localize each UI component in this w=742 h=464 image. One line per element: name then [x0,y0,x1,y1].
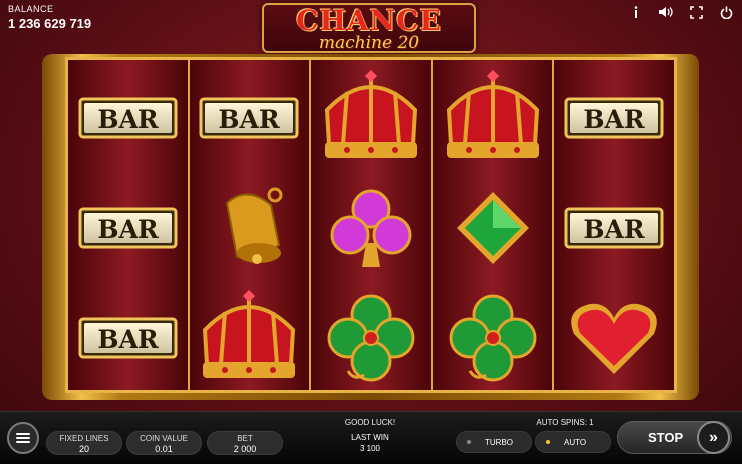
last-win-label: LAST WIN [351,433,389,442]
bar-symbol: BAR [68,173,188,283]
fixed-lines-value: 20 [78,444,89,454]
bell-symbol [190,173,310,283]
crown-symbol [311,63,431,173]
svg-text:BAR: BAR [584,105,646,134]
balance-display: BALANCE 1 236 629 719 [8,4,91,31]
bar-symbol: BAR [554,63,674,173]
coin-value-label: COIN VALUE [140,434,188,443]
auto-toggle[interactable]: AUTO [535,431,611,453]
auto-indicator-dot [546,440,550,444]
clover-symbol [311,283,431,393]
auto-spins-counter: AUTO SPINS: 1 [536,418,594,427]
auto-label: AUTO [564,437,587,447]
clover-symbol [433,283,553,393]
coin-value-selector[interactable]: COIN VALUE 0.01 [126,431,202,455]
info-icon[interactable] [628,4,644,20]
diamond-symbol [433,173,553,283]
turbo-label: TURBO [485,437,513,447]
fixed-lines-display: FIXED LINES 20 [46,431,122,455]
bet-value: 2 000 [233,444,257,454]
bar-symbol: BAR [68,63,188,173]
svg-text:BAR: BAR [219,105,281,134]
heart-symbol [554,283,674,393]
svg-text:BAR: BAR [97,325,159,354]
svg-text:BAR: BAR [97,215,159,244]
last-win-display: LAST WIN 3 100 [330,432,410,454]
reels-area: BAR BAR BAR BAR BAR BAR [65,57,677,393]
fullscreen-icon[interactable] [688,4,704,20]
sound-icon[interactable] [658,4,674,20]
game-logo: CHANCE machine 20 [262,3,476,53]
svg-text:BAR: BAR [584,215,646,244]
coin-value-value: 0.01 [155,444,173,454]
fixed-lines-label: FIXED LINES [59,434,109,443]
fast-forward-icon: » [709,428,718,446]
club-symbol [311,173,431,283]
stop-label: STOP [648,430,684,445]
reel-4 [432,60,555,393]
crown-symbol [190,283,310,393]
bar-symbol: BAR [68,283,188,393]
reel-5: BAR BAR [554,60,674,390]
turbo-indicator-dot [467,440,471,444]
menu-button[interactable] [7,422,39,454]
power-icon[interactable] [718,4,734,20]
spin-button[interactable]: » [697,421,730,454]
bar-symbol: BAR [554,173,674,283]
turbo-toggle[interactable]: TURBO [456,431,532,453]
reel-1: BAR BAR BAR [68,60,190,390]
balance-label: BALANCE [8,4,54,14]
balance-value: 1 236 629 719 [8,16,92,31]
bet-label: BET [237,434,253,443]
reel-2: BAR [189,60,312,393]
svg-text:BAR: BAR [97,105,159,134]
top-toolbar [628,4,734,20]
crown-symbol [433,63,553,173]
bar-symbol: BAR [190,63,310,173]
reel-3 [311,60,433,390]
last-win-value: 3 100 [359,444,381,453]
logo-subtitle: machine 20 [318,33,420,53]
bet-selector[interactable]: BET 2 000 [207,431,283,455]
hamburger-icon [16,433,30,443]
status-message: GOOD LUCK! [344,418,396,427]
